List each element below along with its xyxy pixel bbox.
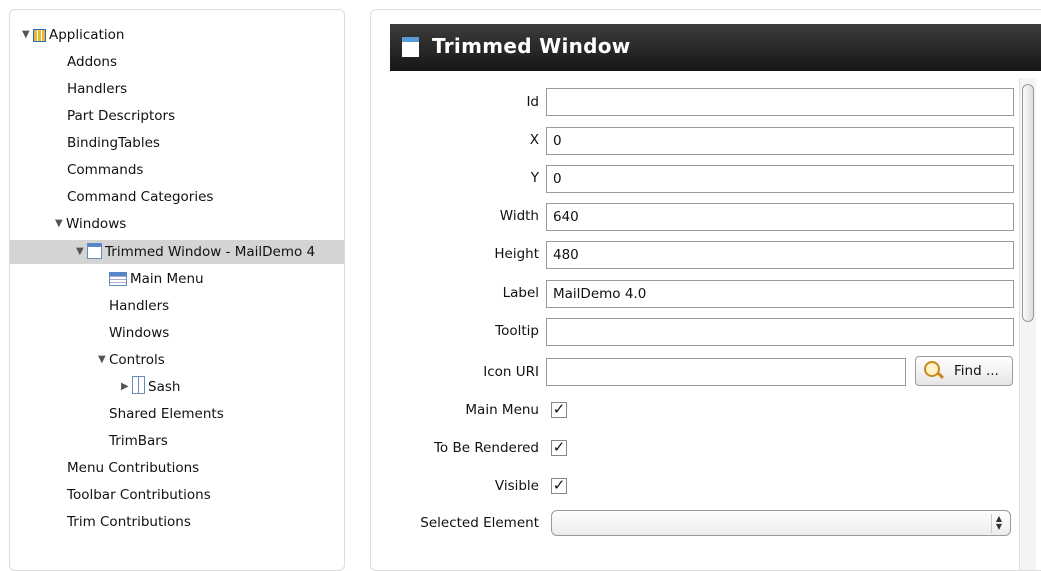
visible-checkbox[interactable]: ✓	[551, 478, 567, 494]
expand-arrow-icon[interactable]: ▼	[76, 240, 87, 264]
main-menu-checkbox[interactable]: ✓	[551, 402, 567, 418]
page-title: Trimmed Window	[432, 34, 631, 58]
selected-element-select[interactable]: ▲ ▼	[551, 510, 1011, 536]
tree-label: Trimmed Window - MailDemo 4	[105, 244, 316, 260]
vertical-scrollbar[interactable]	[1019, 78, 1036, 570]
selected-element-label: Selected Element	[420, 515, 539, 531]
tree-node-shared-elements[interactable]: Shared Elements	[109, 402, 224, 426]
icon-uri-label: Icon URI	[483, 364, 539, 380]
scrollbar-thumb[interactable]	[1022, 84, 1034, 322]
tree-node-part-descriptors[interactable]: Part Descriptors	[67, 104, 175, 128]
x-field[interactable]: 0	[546, 127, 1014, 155]
application-icon	[33, 29, 46, 42]
expand-arrow-icon[interactable]: ▼	[22, 23, 33, 47]
height-label: Height	[494, 246, 539, 262]
tree-label: Part Descriptors	[67, 108, 176, 124]
tree-label: Toolbar Contributions	[67, 487, 211, 503]
tree-label: Controls	[109, 352, 165, 368]
tree-node-addons[interactable]: Addons	[67, 50, 117, 74]
tree-node-window-windows[interactable]: Windows	[109, 321, 169, 345]
tree-node-controls[interactable]: ▼ Controls	[98, 348, 165, 372]
tree-node-trim-contributions[interactable]: Trim Contributions	[67, 510, 191, 534]
tree-label: TrimBars	[109, 433, 168, 449]
tree-label: Trim Contributions	[67, 514, 191, 530]
find-button-label: Find ...	[954, 363, 999, 379]
tree-label: Windows	[109, 325, 170, 341]
find-button[interactable]: Find ...	[915, 356, 1013, 386]
tree-label: Menu Contributions	[67, 460, 200, 476]
tree-node-window-handlers[interactable]: Handlers	[109, 294, 169, 318]
icon-uri-field[interactable]	[546, 358, 906, 386]
tree-node-handlers[interactable]: Handlers	[67, 77, 127, 101]
tree-node-application[interactable]: ▼ Application	[22, 23, 124, 47]
tree-label: Handlers	[109, 298, 170, 314]
expand-arrow-icon[interactable]: ▼	[55, 212, 66, 236]
visible-label: Visible	[494, 478, 539, 494]
main-menu-label: Main Menu	[465, 402, 539, 418]
y-field[interactable]: 0	[546, 165, 1014, 193]
expand-arrow-icon[interactable]: ▼	[98, 348, 109, 372]
tree-label: Command Categories	[67, 189, 214, 205]
detail-editor: Trimmed Window Id X 0 Y 0 Width 640 Heig…	[370, 9, 1041, 571]
editor-header: Trimmed Window	[390, 24, 1041, 71]
model-tree: ▼ Application Addons Handlers Part Descri…	[9, 9, 345, 571]
to-be-rendered-checkbox[interactable]: ✓	[551, 440, 567, 456]
tooltip-label: Tooltip	[495, 323, 539, 339]
select-arrows-icon: ▲ ▼	[991, 514, 1006, 533]
tree-node-main-menu[interactable]: Main Menu	[109, 267, 204, 291]
tree-node-trimbars[interactable]: TrimBars	[109, 429, 168, 453]
collapse-arrow-icon[interactable]: ▶	[121, 375, 132, 399]
window-icon	[402, 37, 419, 57]
id-label: Id	[526, 94, 539, 110]
tree-label: Application	[49, 27, 125, 43]
tree-node-trimmed-window[interactable]: ▼ Trimmed Window - MailDemo 4	[10, 240, 344, 264]
y-label: Y	[530, 170, 539, 186]
tree-node-menu-contributions[interactable]: Menu Contributions	[67, 456, 199, 480]
tooltip-field[interactable]	[546, 318, 1014, 346]
width-field[interactable]: 640	[546, 203, 1014, 231]
label-label: Label	[502, 285, 539, 301]
tree-label: Sash	[148, 379, 181, 395]
tree-label: Handlers	[67, 81, 128, 97]
tree-label: Windows	[66, 216, 127, 232]
to-be-rendered-label: To Be Rendered	[433, 440, 539, 456]
height-field[interactable]: 480	[546, 241, 1014, 269]
tree-label: Main Menu	[130, 271, 204, 287]
tree-label: Addons	[67, 54, 117, 70]
tree-label: Commands	[67, 162, 144, 178]
window-icon	[87, 243, 102, 259]
sash-icon	[132, 376, 145, 394]
tree-label: Shared Elements	[109, 406, 224, 422]
tree-label: BindingTables	[67, 135, 160, 151]
tree-node-windows[interactable]: ▼ Windows	[55, 212, 126, 236]
width-label: Width	[499, 208, 539, 224]
id-field[interactable]	[546, 88, 1014, 116]
tree-node-command-categories[interactable]: Command Categories	[67, 185, 213, 209]
tree-node-toolbar-contributions[interactable]: Toolbar Contributions	[67, 483, 211, 507]
tree-node-binding-tables[interactable]: BindingTables	[67, 131, 160, 155]
magnifier-icon	[924, 361, 940, 377]
tree-node-sash[interactable]: ▶ Sash	[121, 375, 180, 399]
menu-icon	[109, 272, 127, 286]
tree-node-commands[interactable]: Commands	[67, 158, 143, 182]
label-field[interactable]: MailDemo 4.0	[546, 280, 1014, 308]
x-label: X	[529, 132, 539, 148]
